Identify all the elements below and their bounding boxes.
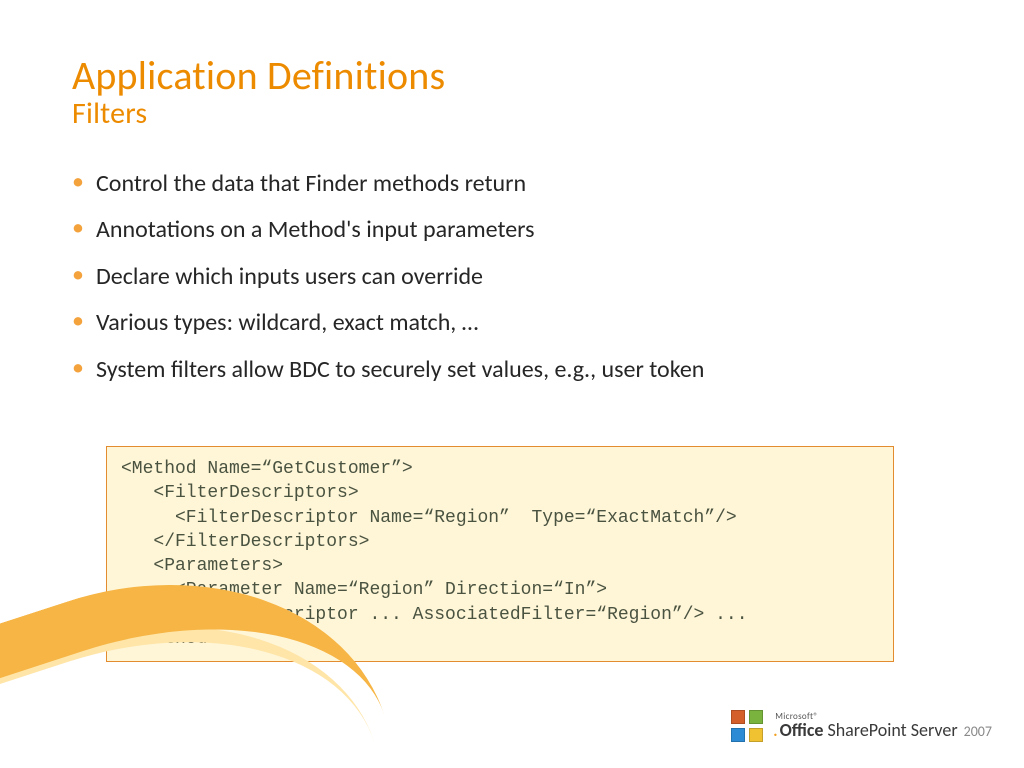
bullet-item: Various types: wildcard, exact match, … <box>72 307 942 339</box>
footer-logo: Microsoft® . Office SharePoint Server 20… <box>727 706 992 746</box>
logo-office: Office <box>780 721 824 739</box>
code-line: </FilterDescriptors> <box>121 532 369 552</box>
code-line: <FilterDescriptors> <box>121 483 359 503</box>
logo-year: 2007 <box>964 725 992 739</box>
code-line: <FilterDescriptor Name=“Region” Type=“Ex… <box>121 508 737 528</box>
code-line: <TypeDescriptor ... AssociatedFilter=“Re… <box>121 605 748 625</box>
bullet-item: Declare which inputs users can override <box>72 261 942 293</box>
code-sample: <Method Name=“GetCustomer”> <FilterDescr… <box>106 446 894 662</box>
code-line: <Parameter Name=“Region” Direction=“In”> <box>121 580 607 600</box>
bullet-item: Annotations on a Method's input paramete… <box>72 214 942 246</box>
bullet-item: System filters allow BDC to securely set… <box>72 354 942 386</box>
code-line: <Method Name=“GetCustomer”> <box>121 459 413 479</box>
title-block: Application Definitions Filters <box>72 54 445 130</box>
bullet-list: Control the data that Finder methods ret… <box>72 168 942 400</box>
office-logo-icon <box>727 706 767 746</box>
bullet-item: Control the data that Finder methods ret… <box>72 168 942 200</box>
slide-title: Application Definitions <box>72 54 445 97</box>
code-line: </Method> <box>121 629 218 649</box>
slide: Application Definitions Filters Control … <box>0 0 1024 768</box>
logo-product: SharePoint Server <box>827 721 957 739</box>
footer-logo-text: Microsoft® . Office SharePoint Server 20… <box>775 712 992 740</box>
slide-subtitle: Filters <box>72 97 445 130</box>
code-line: <Parameters> <box>121 556 283 576</box>
logo-dot: . <box>773 724 777 740</box>
